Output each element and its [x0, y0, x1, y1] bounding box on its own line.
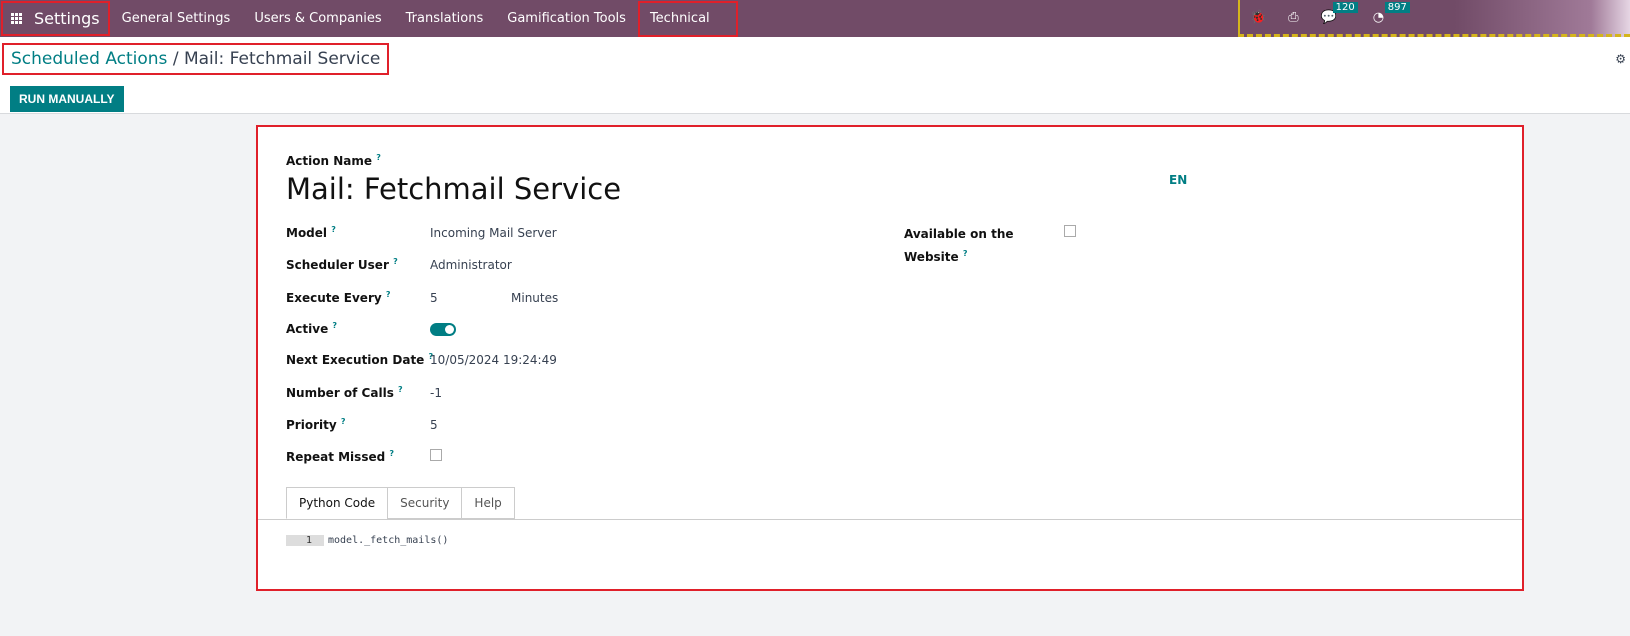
- label-text: Action Name: [286, 154, 372, 168]
- action-name-input[interactable]: Mail: Fetchmail Service: [286, 172, 621, 206]
- help-icon[interactable]: ?: [386, 290, 391, 299]
- label-text: Number of Calls: [286, 386, 394, 400]
- help-icon[interactable]: ?: [393, 257, 398, 266]
- tab-security[interactable]: Security: [387, 487, 463, 519]
- activity-clock-icon[interactable]: ◔ 897: [1373, 1, 1410, 25]
- next-execution-date-label: Next Execution Date ?: [286, 352, 433, 367]
- form-sheet: Action Name ? Mail: Fetchmail Service EN…: [256, 125, 1524, 591]
- app-name[interactable]: Settings: [34, 9, 100, 28]
- scheduler-user-field[interactable]: Administrator: [430, 258, 512, 272]
- priority-label: Priority ?: [286, 417, 346, 432]
- top-navbar: Settings General Settings Users & Compan…: [0, 0, 1630, 37]
- control-panel: Scheduled Actions / Mail: Fetchmail Serv…: [0, 37, 1630, 114]
- label-text: Priority: [286, 418, 337, 432]
- next-execution-date-field[interactable]: 10/05/2024 19:24:49: [430, 353, 557, 367]
- breadcrumb-current: Mail: Fetchmail Service: [183, 49, 381, 69]
- label-text: Next Execution Date: [286, 353, 425, 367]
- repeat-missed-checkbox[interactable]: [430, 449, 442, 461]
- action-name-label: Action Name ?: [286, 153, 381, 168]
- code-editor[interactable]: 1 model._fetch_mails(): [286, 535, 448, 546]
- help-icon[interactable]: ?: [331, 225, 336, 234]
- apps-grid-icon[interactable]: [11, 13, 22, 24]
- notebook-tabs: Python Code Security Help: [286, 487, 515, 519]
- app-menu[interactable]: Settings: [1, 1, 110, 36]
- bug-icon[interactable]: 🐞: [1250, 10, 1266, 25]
- help-icon[interactable]: ?: [332, 321, 337, 330]
- scheduler-user-label: Scheduler User ?: [286, 257, 398, 272]
- execute-every-label: Execute Every ?: [286, 290, 391, 305]
- menu-technical[interactable]: Technical: [637, 0, 738, 37]
- code-line[interactable]: model._fetch_mails(): [324, 535, 448, 546]
- line-number: 1: [286, 535, 324, 546]
- priority-field[interactable]: 5: [430, 418, 438, 432]
- website-checkbox[interactable]: [1064, 225, 1076, 237]
- breadcrumb: Scheduled Actions / Mail: Fetchmail Serv…: [2, 43, 390, 75]
- label-text: Execute Every: [286, 291, 382, 305]
- interval-unit-select[interactable]: Minutes: [511, 291, 558, 305]
- breadcrumb-scheduled-actions[interactable]: Scheduled Actions: [11, 49, 167, 69]
- help-icon[interactable]: ?: [398, 385, 403, 394]
- active-label: Active ?: [286, 321, 337, 336]
- help-icon[interactable]: ?: [963, 249, 968, 258]
- menu-users-companies[interactable]: Users & Companies: [242, 0, 393, 37]
- label-text: Repeat Missed: [286, 450, 386, 464]
- tab-help[interactable]: Help: [461, 487, 515, 519]
- number-of-calls-label: Number of Calls ?: [286, 385, 403, 400]
- tab-python-code[interactable]: Python Code: [286, 487, 389, 519]
- label-text: Scheduler User: [286, 258, 389, 272]
- label-text: Model: [286, 226, 328, 240]
- breadcrumb-separator: /: [172, 49, 179, 69]
- messages-icon[interactable]: 💬 120: [1321, 1, 1358, 25]
- activities-badge: 897: [1384, 1, 1410, 13]
- number-of-calls-field[interactable]: -1: [430, 386, 442, 400]
- menu-gamification-tools[interactable]: Gamification Tools: [495, 0, 638, 37]
- interval-number-field[interactable]: 5: [430, 291, 438, 305]
- model-label: Model ?: [286, 225, 336, 240]
- label-text: Website: [904, 250, 959, 264]
- label-text: Active: [286, 322, 329, 336]
- printer-icon[interactable]: ⎙: [1288, 10, 1298, 25]
- language-button[interactable]: EN: [1169, 173, 1187, 187]
- tabs-divider: [258, 519, 1522, 520]
- label-text: Available on the: [904, 227, 1014, 241]
- menu-general-settings[interactable]: General Settings: [110, 0, 243, 37]
- help-icon[interactable]: ?: [341, 417, 346, 426]
- help-icon[interactable]: ?: [376, 153, 381, 162]
- run-manually-button[interactable]: RUN MANUALLY: [10, 86, 124, 112]
- model-field[interactable]: Incoming Mail Server: [430, 226, 557, 240]
- systray: 🐞 ⎙ 💬 120 ◔ 897: [1238, 0, 1630, 37]
- help-icon[interactable]: ?: [389, 449, 394, 458]
- active-toggle[interactable]: [430, 323, 456, 336]
- messages-badge: 120: [1332, 1, 1358, 13]
- repeat-missed-label: Repeat Missed ?: [286, 449, 394, 464]
- website-label: Available on the Website ?: [904, 225, 1014, 267]
- menu-translations[interactable]: Translations: [394, 0, 496, 37]
- gear-icon[interactable]: ⚙: [1615, 52, 1626, 66]
